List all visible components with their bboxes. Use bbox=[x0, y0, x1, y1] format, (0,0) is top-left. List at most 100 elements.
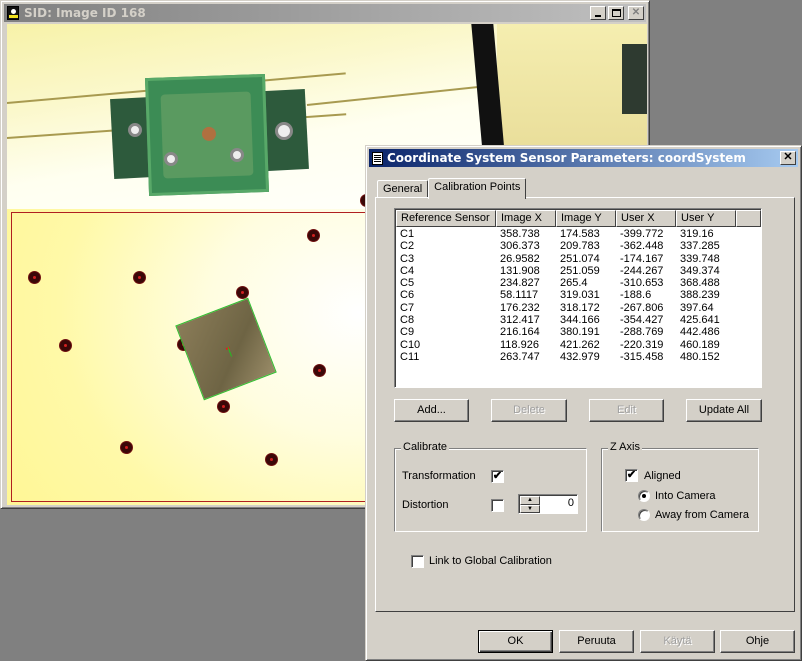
cancel-button[interactable]: Peruuta bbox=[559, 630, 634, 653]
delete-button[interactable]: Delete bbox=[491, 399, 567, 422]
table-row[interactable]: C6 58.1117 319.031 -188.6 388.239 bbox=[395, 289, 761, 301]
calibration-point[interactable] bbox=[218, 401, 229, 412]
help-button[interactable]: Ohje bbox=[720, 630, 795, 653]
table-row[interactable]: C5 234.827 265.4 -310.653 368.488 bbox=[395, 277, 761, 289]
table-cell: 234.827 bbox=[500, 277, 540, 290]
table-cell: 397.64 bbox=[680, 301, 714, 314]
calibration-point[interactable] bbox=[134, 272, 145, 283]
calibration-point[interactable] bbox=[266, 454, 277, 465]
dialog-close-button[interactable]: ✕ bbox=[780, 151, 796, 165]
table-cell: 251.059 bbox=[560, 264, 600, 277]
table-cell: C9 bbox=[400, 326, 415, 339]
table-cell: 358.738 bbox=[500, 228, 540, 240]
spin-down-icon[interactable]: ▼ bbox=[520, 504, 540, 513]
table-cell: C10 bbox=[400, 338, 421, 351]
image-window-titlebar[interactable]: SID: Image ID 168 ✕ bbox=[4, 4, 646, 22]
away-from-camera-radio[interactable] bbox=[638, 509, 650, 521]
coordinate-system-dialog: Coordinate System Sensor Parameters: coo… bbox=[365, 145, 802, 661]
table-row[interactable]: C7 176.232 318.172 -267.806 397.64 bbox=[395, 302, 761, 314]
table-cell: 432.979 bbox=[560, 350, 600, 363]
into-camera-radio[interactable] bbox=[638, 490, 650, 502]
distortion-checkbox[interactable] bbox=[491, 499, 504, 512]
calibrate-group-label: Calibrate bbox=[401, 441, 450, 453]
table-cell: 174.583 bbox=[560, 228, 600, 240]
table-row[interactable]: C11 263.747 432.979 -315.458 480.152 bbox=[395, 351, 761, 363]
transformation-checkbox[interactable]: ✔ bbox=[491, 470, 504, 483]
table-row[interactable]: C2 306.373 209.783 -362.448 337.285 bbox=[395, 240, 761, 252]
close-button[interactable]: ✕ bbox=[628, 6, 644, 20]
table-row[interactable]: C3 26.9582 251.074 -174.167 339.748 bbox=[395, 253, 761, 265]
tab-general[interactable]: General bbox=[377, 180, 429, 198]
clamp-fixture bbox=[144, 73, 270, 197]
table-cell: C3 bbox=[400, 252, 415, 265]
column-header-user-y[interactable]: User Y bbox=[676, 210, 736, 227]
table-cell: C5 bbox=[400, 277, 415, 290]
table-cell: 460.189 bbox=[680, 338, 720, 351]
table-row[interactable]: C4 131.908 251.059 -244.267 349.374 bbox=[395, 265, 761, 277]
maximize-icon bbox=[611, 9, 621, 17]
calibration-point[interactable] bbox=[121, 442, 132, 453]
table-cell: 319.031 bbox=[560, 289, 600, 302]
distortion-spinner[interactable]: ▲ ▼ 0 bbox=[518, 494, 578, 514]
z-axis-group: Z Axis ✔ Aligned Into Camera Away from C… bbox=[601, 441, 759, 532]
distortion-value[interactable]: 0 bbox=[568, 497, 574, 509]
table-cell: -244.267 bbox=[620, 264, 664, 277]
away-from-camera-label: Away from Camera bbox=[655, 509, 749, 521]
add-button[interactable]: Add... bbox=[394, 399, 469, 422]
table-row[interactable]: C10 118.926 421.262 -220.319 460.189 bbox=[395, 339, 761, 351]
table-row[interactable]: C9 216.164 380.191 -288.769 442.486 bbox=[395, 326, 761, 338]
ok-button[interactable]: OK bbox=[478, 630, 553, 653]
calibration-point[interactable] bbox=[237, 287, 248, 298]
aligned-label: Aligned bbox=[644, 470, 681, 482]
calibration-point[interactable] bbox=[60, 340, 71, 351]
calibration-point[interactable] bbox=[29, 272, 40, 283]
apply-button[interactable]: Käytä bbox=[640, 630, 715, 653]
table-cell: 251.074 bbox=[560, 252, 600, 265]
column-header-reference-sensor[interactable]: Reference Sensor bbox=[396, 210, 496, 227]
dialog-titlebar[interactable]: Coordinate System Sensor Parameters: coo… bbox=[369, 149, 798, 167]
calibration-points-list[interactable]: Reference Sensor Image X Image Y User X … bbox=[394, 208, 762, 388]
table-cell: 131.908 bbox=[500, 264, 540, 277]
aligned-checkbox[interactable]: ✔ bbox=[625, 469, 638, 482]
table-row[interactable]: C8 312.417 344.166 -354.427 425.641 bbox=[395, 314, 761, 326]
spin-up-icon[interactable]: ▲ bbox=[520, 496, 540, 505]
edit-button[interactable]: Edit bbox=[589, 399, 664, 422]
table-cell: -220.319 bbox=[620, 338, 664, 351]
link-global-calibration-checkbox[interactable] bbox=[411, 555, 424, 568]
table-cell: 319.16 bbox=[680, 228, 714, 240]
dialog-title: Coordinate System Sensor Parameters: coo… bbox=[387, 151, 746, 165]
table-cell: 349.374 bbox=[680, 264, 720, 277]
bolt bbox=[128, 123, 142, 137]
minimize-icon bbox=[595, 15, 601, 17]
update-all-button[interactable]: Update All bbox=[686, 399, 762, 422]
column-header-user-x[interactable]: User X bbox=[616, 210, 676, 227]
table-cell: 388.239 bbox=[680, 289, 720, 302]
background-bracket bbox=[622, 44, 647, 114]
table-row[interactable]: C1 358.738 174.583 -399.772 319.16 bbox=[395, 228, 761, 240]
bolt bbox=[164, 152, 178, 166]
column-header-image-x[interactable]: Image X bbox=[496, 210, 556, 227]
column-header-image-y[interactable]: Image Y bbox=[556, 210, 616, 227]
into-camera-label: Into Camera bbox=[655, 490, 716, 502]
table-cell: 263.747 bbox=[500, 350, 540, 363]
table-cell: C4 bbox=[400, 264, 415, 277]
table-cell: -310.653 bbox=[620, 277, 664, 290]
transformation-label: Transformation bbox=[402, 470, 476, 482]
table-cell: -174.167 bbox=[620, 252, 664, 265]
calibration-point[interactable] bbox=[314, 365, 325, 376]
table-cell: 209.783 bbox=[560, 240, 600, 253]
image-window-title: SID: Image ID 168 bbox=[24, 6, 146, 20]
table-cell: C6 bbox=[400, 289, 415, 302]
minimize-button[interactable] bbox=[590, 6, 606, 20]
table-cell: 368.488 bbox=[680, 277, 720, 290]
tab-calibration-points[interactable]: Calibration Points bbox=[428, 178, 527, 199]
table-cell: C1 bbox=[400, 228, 415, 240]
table-cell: -288.769 bbox=[620, 326, 664, 339]
maximize-button[interactable] bbox=[608, 6, 624, 20]
calibration-point[interactable] bbox=[308, 230, 319, 241]
table-cell: 318.172 bbox=[560, 301, 600, 314]
link-global-calibration-label: Link to Global Calibration bbox=[429, 555, 552, 567]
table-cell: 312.417 bbox=[500, 314, 540, 327]
table-cell: 339.748 bbox=[680, 252, 720, 265]
table-cell: 26.9582 bbox=[500, 252, 540, 265]
